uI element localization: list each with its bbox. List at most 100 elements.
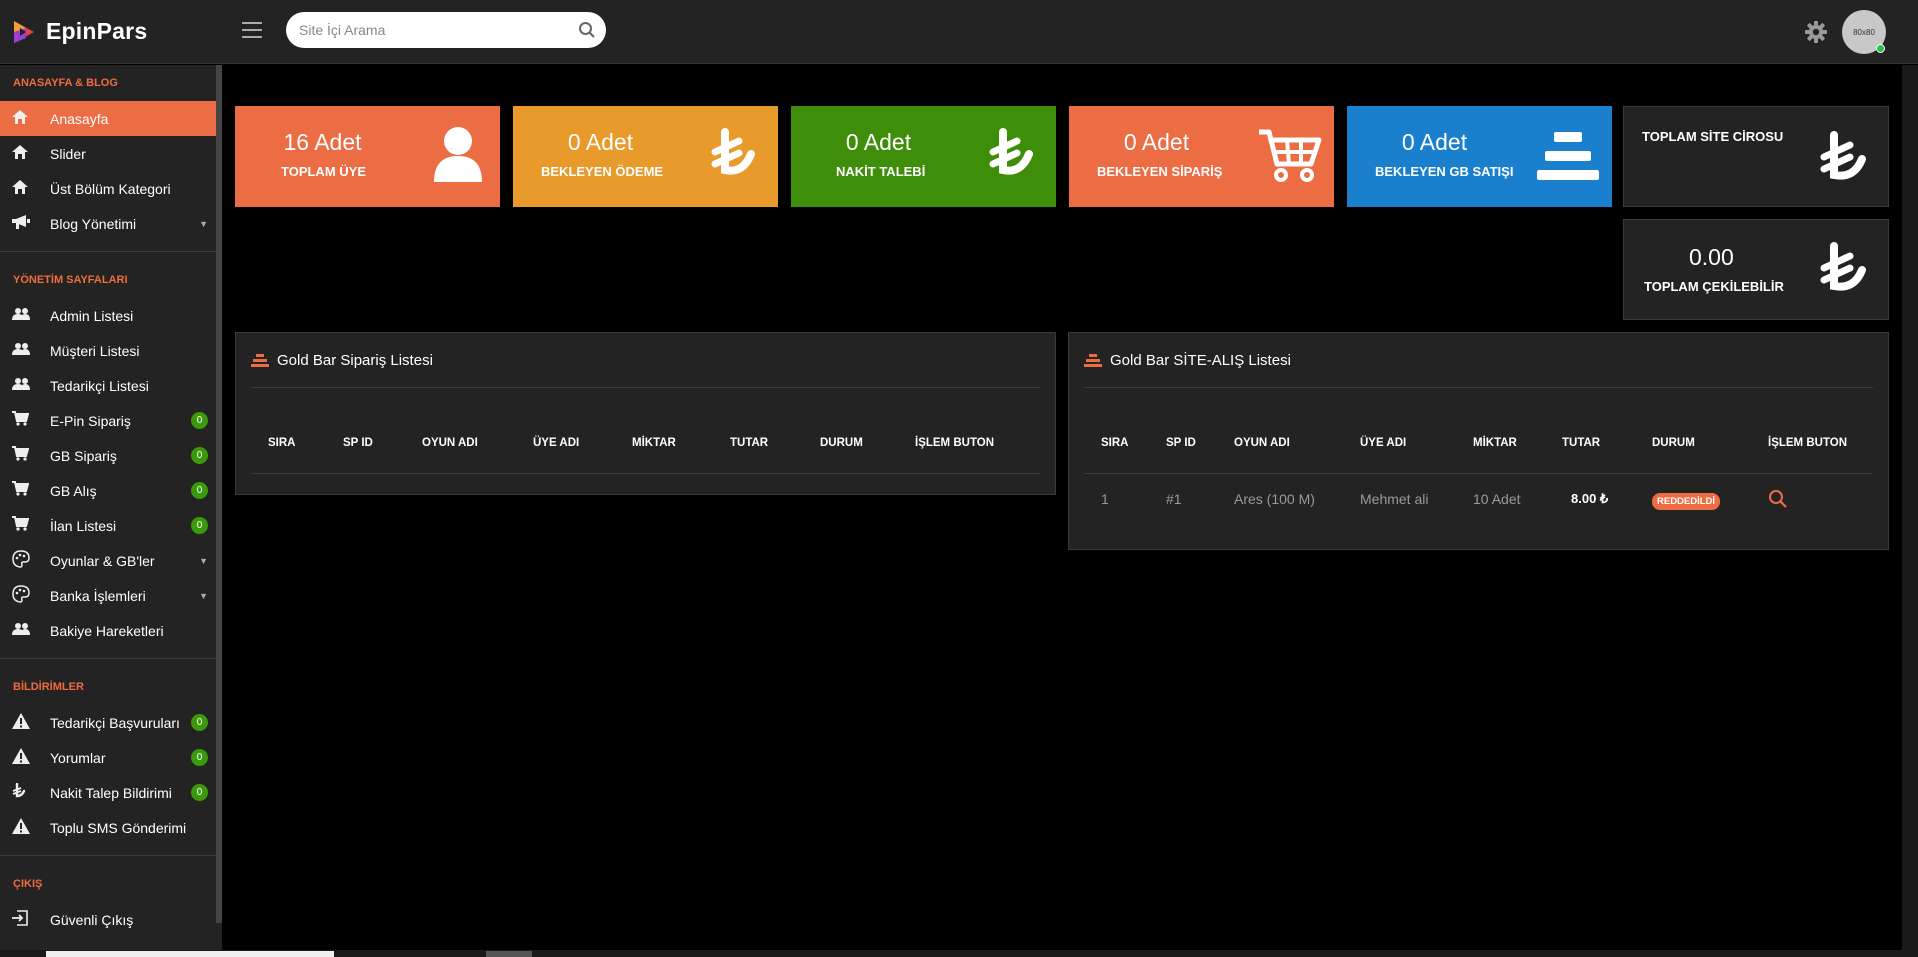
search-input[interactable] [299, 12, 559, 48]
lira-icon [711, 128, 755, 187]
sidebar-item-label: Yorumlar [50, 749, 106, 766]
search-icon[interactable] [1768, 489, 1788, 509]
stat-card[interactable]: 0 Adet NAKİT TALEBİ [791, 106, 1056, 207]
sidebar-item-e-pin-sipari[interactable]: E-Pin Sipariş 0 [0, 403, 222, 438]
sidebar-item-gb-sipari[interactable]: GB Sipariş 0 [0, 438, 222, 473]
online-status-dot [1876, 44, 1885, 53]
user-icon [432, 126, 484, 187]
warning-icon [12, 747, 38, 768]
sidebar-item-tedarik-i-ba-vurular[interactable]: Tedarikçi Başvuruları 0 [0, 705, 222, 740]
sidebar-item-nakit-talep-bildirimi[interactable]: Nakit Talep Bildirimi 0 [0, 775, 222, 810]
sidebar-section-title: BİLDİRİMLER [13, 681, 84, 693]
column-header[interactable]: ÜYE ADI [1360, 437, 1406, 449]
palette-icon [12, 549, 38, 572]
sidebar-item-toplu-sms-g-nderimi[interactable]: Toplu SMS Gönderimi [0, 810, 222, 845]
cell-tutar: 8.00 ₺ [1571, 491, 1609, 506]
panel-title: Gold Bar SİTE-ALIŞ Listesi [1084, 352, 1291, 369]
sidebar-item-label: Admin Listesi [50, 307, 134, 324]
sidebar-item-oyunlar-gb-ler[interactable]: Oyunlar & GB'ler ▼ [0, 543, 222, 578]
column-header[interactable]: SIRA [1101, 437, 1128, 449]
stat-card-value: 0 Adet [1123, 129, 1190, 155]
palette-icon [12, 584, 38, 607]
sidebar: ANASAYFA & BLOG Anasayfa Slider Üst Bölü… [0, 65, 222, 957]
stat-card-value: 16 Adet [283, 129, 362, 155]
gold-bar-site-purchase-panel: Gold Bar SİTE-ALIŞ Listesi SIRA SP ID OYUN… [1068, 332, 1889, 550]
divider [251, 387, 1040, 388]
avatar-placeholder-text: 80x80 [1853, 27, 1875, 37]
page-scrollbar[interactable] [1902, 65, 1918, 950]
total-revenue-label: TOPLAM SİTE CİROSU [1642, 129, 1784, 144]
users-icon [12, 622, 38, 639]
column-header[interactable]: OYUN ADI [422, 437, 478, 449]
search-icon[interactable] [578, 21, 596, 39]
gear-icon[interactable] [1804, 20, 1828, 44]
sidebar-item-label: Slider [50, 145, 86, 162]
sidebar-item-st-b-l-m-kategori[interactable]: Üst Bölüm Kategori [0, 171, 222, 206]
lira-icon [12, 782, 38, 803]
column-header[interactable]: DURUM [1652, 437, 1695, 449]
lira-icon [989, 128, 1033, 187]
sidebar-item-banka-i-lemleri[interactable]: Banka İşlemleri ▼ [0, 578, 222, 613]
table-header-divider [1084, 473, 1873, 474]
sidebar-item-g-venli-k[interactable]: Güvenli Çıkış [0, 902, 222, 937]
stat-card[interactable]: 0 Adet BEKLEYEN GB SATIŞI [1347, 106, 1612, 207]
sidebar-item-i-lan-listesi[interactable]: İlan Listesi 0 [0, 508, 222, 543]
stat-card-label: BEKLEYEN SİPARİŞ [1097, 164, 1223, 179]
column-header[interactable]: İŞLEM BUTON [1768, 437, 1847, 449]
sidebar-item-gb-al[interactable]: GB Alış 0 [0, 473, 222, 508]
logout-icon [12, 909, 38, 930]
column-header[interactable]: DURUM [820, 437, 863, 449]
sidebar-item-label: Anasayfa [50, 110, 109, 127]
sidebar-item-slider[interactable]: Slider [0, 136, 222, 171]
sidebar-item-label: Bakiye Hareketleri [50, 622, 164, 639]
column-header[interactable]: ÜYE ADI [533, 437, 579, 449]
panel-title-text: Gold Bar SİTE-ALIŞ Listesi [1110, 352, 1291, 369]
sidebar-item-label: Toplu SMS Gönderimi [50, 819, 187, 836]
cell-sp-id: #1 [1166, 491, 1182, 507]
stat-card[interactable]: 16 Adet TOPLAM ÜYE [235, 106, 500, 207]
sidebar-item-anasayfa[interactable]: Anasayfa [0, 101, 222, 136]
sidebar-item-label: Nakit Talep Bildirimi [50, 784, 172, 801]
column-header[interactable]: TUTAR [1562, 437, 1600, 449]
sidebar-item-yorumlar[interactable]: Yorumlar 0 [0, 740, 222, 775]
count-badge: 0 [191, 784, 208, 801]
total-withdrawable-value: 0.00 [1689, 244, 1734, 270]
column-header[interactable]: MİKTAR [632, 437, 676, 449]
column-header[interactable]: MİKTAR [1473, 437, 1517, 449]
app-logo[interactable]: EpinPars [12, 18, 147, 45]
home-icon [12, 144, 38, 163]
horizontal-scrollbar-thumb[interactable] [46, 951, 334, 957]
count-badge: 0 [191, 714, 208, 731]
count-badge: 0 [191, 749, 208, 766]
column-header[interactable]: TUTAR [730, 437, 768, 449]
sidebar-item-label: GB Alış [50, 482, 97, 499]
sidebar-item-admin-listesi[interactable]: Admin Listesi [0, 298, 222, 333]
caret-down-icon: ▼ [199, 218, 208, 229]
sidebar-scrollbar[interactable] [216, 65, 222, 923]
column-header[interactable]: OYUN ADI [1234, 437, 1290, 449]
lira-icon [1820, 131, 1870, 194]
sidebar-item-bakiye-hareketleri[interactable]: Bakiye Hareketleri [0, 613, 222, 648]
cart-icon [1257, 128, 1323, 187]
sidebar-item-m-teri-listesi[interactable]: Müşteri Listesi [0, 333, 222, 368]
column-header[interactable]: SP ID [1166, 437, 1196, 449]
total-withdrawable-label: TOPLAM ÇEKİLEBİLİR [1644, 279, 1784, 294]
stat-card[interactable]: 0 Adet BEKLEYEN SİPARİŞ [1069, 106, 1334, 207]
home-icon [12, 109, 38, 128]
sidebar-item-label: E-Pin Sipariş [50, 412, 131, 429]
users-icon [12, 342, 38, 359]
sidebar-item-blog-y-netimi[interactable]: Blog Yönetimi ▼ [0, 206, 222, 241]
table-header-divider [251, 473, 1040, 474]
column-header[interactable]: SIRA [268, 437, 295, 449]
stat-card-value: 0 Adet [845, 129, 912, 155]
cart-icon [12, 446, 38, 465]
stat-card[interactable]: 0 Adet BEKLEYEN ÖDEME [513, 106, 778, 207]
sidebar-item-label: Güvenli Çıkış [50, 911, 134, 928]
menu-toggle-button[interactable] [242, 22, 262, 38]
users-icon [12, 377, 38, 394]
divider [1084, 387, 1873, 388]
column-header[interactable]: İŞLEM BUTON [915, 437, 994, 449]
count-badge: 0 [191, 412, 208, 429]
column-header[interactable]: SP ID [343, 437, 373, 449]
sidebar-item-tedarik-i-listesi[interactable]: Tedarikçi Listesi [0, 368, 222, 403]
